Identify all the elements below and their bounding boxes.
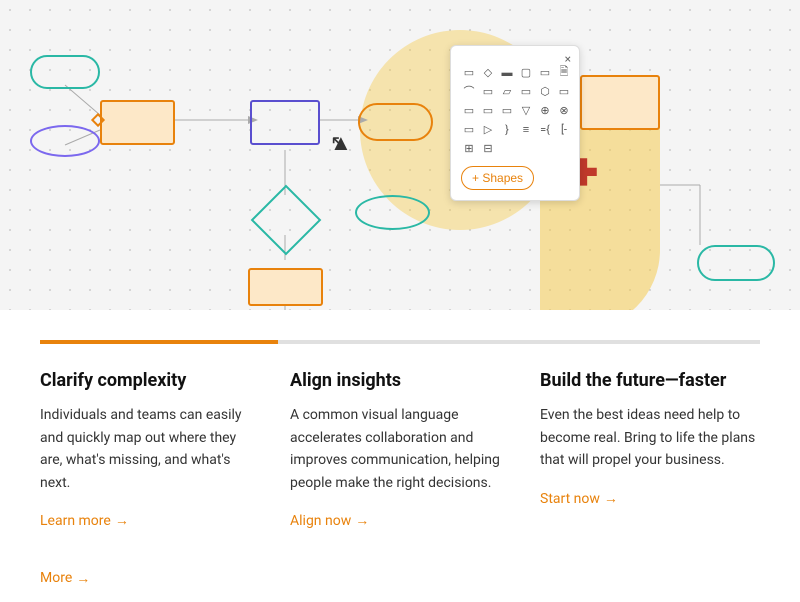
- icon-shape2b[interactable]: ▭: [480, 83, 496, 99]
- shape-large-orange-rect: [580, 75, 660, 130]
- column-align: Align insights A common visual language …: [290, 369, 510, 529]
- icon-cylinder[interactable]: ▭: [537, 64, 553, 80]
- icon-doc[interactable]: 🗎: [556, 64, 572, 80]
- shape-orange-pill: [358, 103, 433, 141]
- icon-rect[interactable]: ▬: [499, 64, 515, 80]
- build-link[interactable]: Start now →: [540, 490, 618, 507]
- build-heading: Build the future—faster: [540, 369, 760, 392]
- icon-shape2a[interactable]: ⌒: [461, 83, 477, 99]
- icon-shape2f[interactable]: ▭: [556, 83, 572, 99]
- clarify-heading: Clarify complexity: [40, 369, 260, 392]
- build-body: Even the best ideas need help to become …: [540, 404, 760, 471]
- shape-teal-pill-top: [30, 55, 100, 89]
- align-body: A common visual language accelerates col…: [290, 404, 510, 494]
- column-build: Build the future—faster Even the best id…: [540, 369, 760, 529]
- align-link-label: Align now: [290, 513, 351, 529]
- shape-orange-rect: [100, 100, 175, 145]
- clarify-link-label: Learn more: [40, 513, 111, 529]
- icon-shape3a[interactable]: ▭: [461, 102, 477, 118]
- clarify-link-arrow: →: [115, 512, 129, 529]
- icon-diamond[interactable]: ◇: [480, 64, 496, 80]
- more-label: More: [40, 570, 72, 586]
- shape-purple-oval: [30, 125, 100, 157]
- panel-close-button[interactable]: ×: [565, 52, 571, 66]
- icon-shape3f[interactable]: ⊗: [556, 102, 572, 118]
- shape-orange-rect-bottom: [248, 268, 323, 306]
- icon-square[interactable]: ▭: [461, 64, 477, 80]
- shape-icons-grid: ▭ ◇ ▬ ▢ ▭ 🗎 ⌒ ▭ ▱ ▭ ⬡ ▭ ▭ ▭ ▭ ▽ ⊕ ⊗ ▭ ▷ …: [461, 64, 569, 156]
- column-clarify: Clarify complexity Individuals and teams…: [40, 369, 260, 529]
- more-link-area: More →: [0, 559, 800, 602]
- icon-shape2e[interactable]: ⬡: [537, 83, 553, 99]
- icon-shape4a[interactable]: ▭: [461, 121, 477, 137]
- icon-shape4b[interactable]: ▷: [480, 121, 496, 137]
- icon-shape3d[interactable]: ▽: [518, 102, 534, 118]
- more-arrow: →: [76, 570, 90, 587]
- icon-shape3b[interactable]: ▭: [480, 102, 496, 118]
- icon-shape4d[interactable]: ≡: [518, 121, 534, 137]
- icon-shape3e[interactable]: ⊕: [537, 102, 553, 118]
- icon-shape3c[interactable]: ▭: [499, 102, 515, 118]
- shape-teal-oval: [355, 195, 430, 230]
- shape-blue-rect: [250, 100, 320, 145]
- connector-lines: [0, 0, 800, 310]
- align-heading: Align insights: [290, 369, 510, 392]
- progress-filled: [40, 340, 278, 344]
- progress-empty: [278, 340, 760, 344]
- progress-bar: [40, 340, 760, 344]
- icon-shape4c[interactable]: }: [499, 121, 515, 137]
- align-link[interactable]: Align now →: [290, 512, 369, 529]
- three-columns: Clarify complexity Individuals and teams…: [40, 369, 760, 529]
- icon-shape2c[interactable]: ▱: [499, 83, 515, 99]
- shape-teal-diamond: [261, 195, 311, 245]
- icon-shape5a[interactable]: ⊞: [461, 140, 477, 156]
- icon-shape4f[interactable]: [-: [556, 121, 572, 137]
- shapes-button[interactable]: + Shapes: [461, 166, 534, 190]
- cursor-arrow: ▲: [330, 130, 352, 156]
- shape-selection-panel[interactable]: × ▭ ◇ ▬ ▢ ▭ 🗎 ⌒ ▭ ▱ ▭ ⬡ ▭ ▭ ▭ ▭ ▽ ⊕ ⊗ ▭ …: [450, 45, 580, 201]
- more-link[interactable]: More →: [40, 570, 90, 587]
- diagram-area: ▲ ↖ ✚ × ▭ ◇ ▬ ▢ ▭ 🗎 ⌒ ▭ ▱ ▭ ⬡ ▭ ▭ ▭ ▭ ▽: [0, 0, 800, 310]
- align-link-arrow: →: [355, 512, 369, 529]
- clarify-body: Individuals and teams can easily and qui…: [40, 404, 260, 494]
- content-section: Clarify complexity Individuals and teams…: [0, 310, 800, 559]
- clarify-link[interactable]: Learn more →: [40, 512, 129, 529]
- shape-teal-pill-right: [697, 245, 775, 281]
- icon-shape4e[interactable]: ={: [537, 121, 553, 137]
- icon-rounded-rect[interactable]: ▢: [518, 64, 534, 80]
- build-link-label: Start now: [540, 491, 600, 507]
- icon-shape2d[interactable]: ▭: [518, 83, 534, 99]
- icon-shape5b[interactable]: ⊟: [480, 140, 496, 156]
- build-link-arrow: →: [604, 490, 618, 507]
